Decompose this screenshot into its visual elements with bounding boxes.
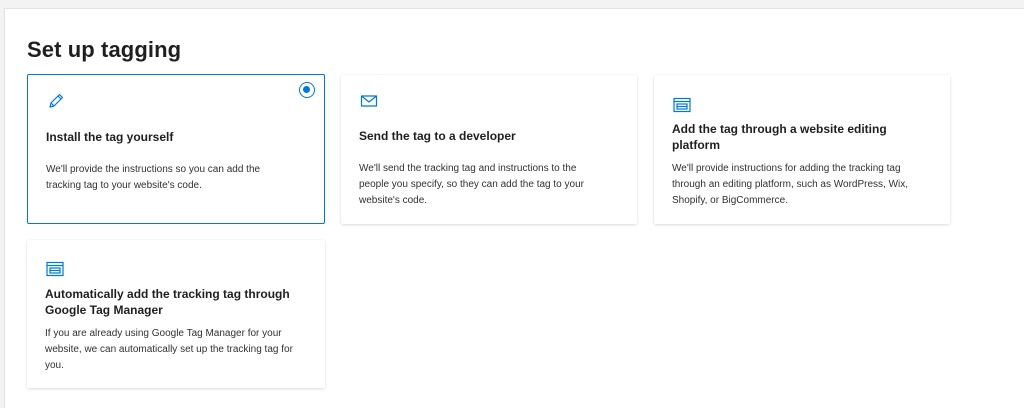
option-card-send-to-developer[interactable]: Send the tag to a developer We'll send t… (341, 75, 637, 224)
browser-window-icon (672, 95, 692, 115)
setup-panel: Set up tagging Install the tag yourself … (4, 8, 1024, 408)
option-title: Automatically add the tracking tag throu… (45, 287, 290, 317)
option-card-editing-platform[interactable]: Add the tag through a website editing pl… (654, 75, 950, 224)
option-title: Send the tag to a developer (359, 129, 516, 143)
option-card-install-yourself[interactable]: Install the tag yourself We'll provide t… (27, 74, 325, 224)
envelope-icon (359, 91, 379, 111)
option-description: We'll send the tracking tag and instruct… (359, 163, 584, 206)
option-description: If you are already using Google Tag Mana… (45, 328, 293, 371)
option-title: Install the tag yourself (46, 130, 174, 144)
page-title: Set up tagging (27, 37, 182, 62)
browser-window-icon (45, 259, 65, 279)
option-description: We'll provide the instructions so you ca… (46, 164, 261, 191)
option-description: We'll provide instructions for adding th… (672, 163, 909, 206)
option-title: Add the tag through a website editing pl… (672, 122, 887, 152)
selected-radio-button[interactable] (299, 82, 315, 98)
option-card-google-tag-manager[interactable]: Automatically add the tracking tag throu… (27, 240, 325, 388)
pencil-icon (46, 91, 66, 111)
